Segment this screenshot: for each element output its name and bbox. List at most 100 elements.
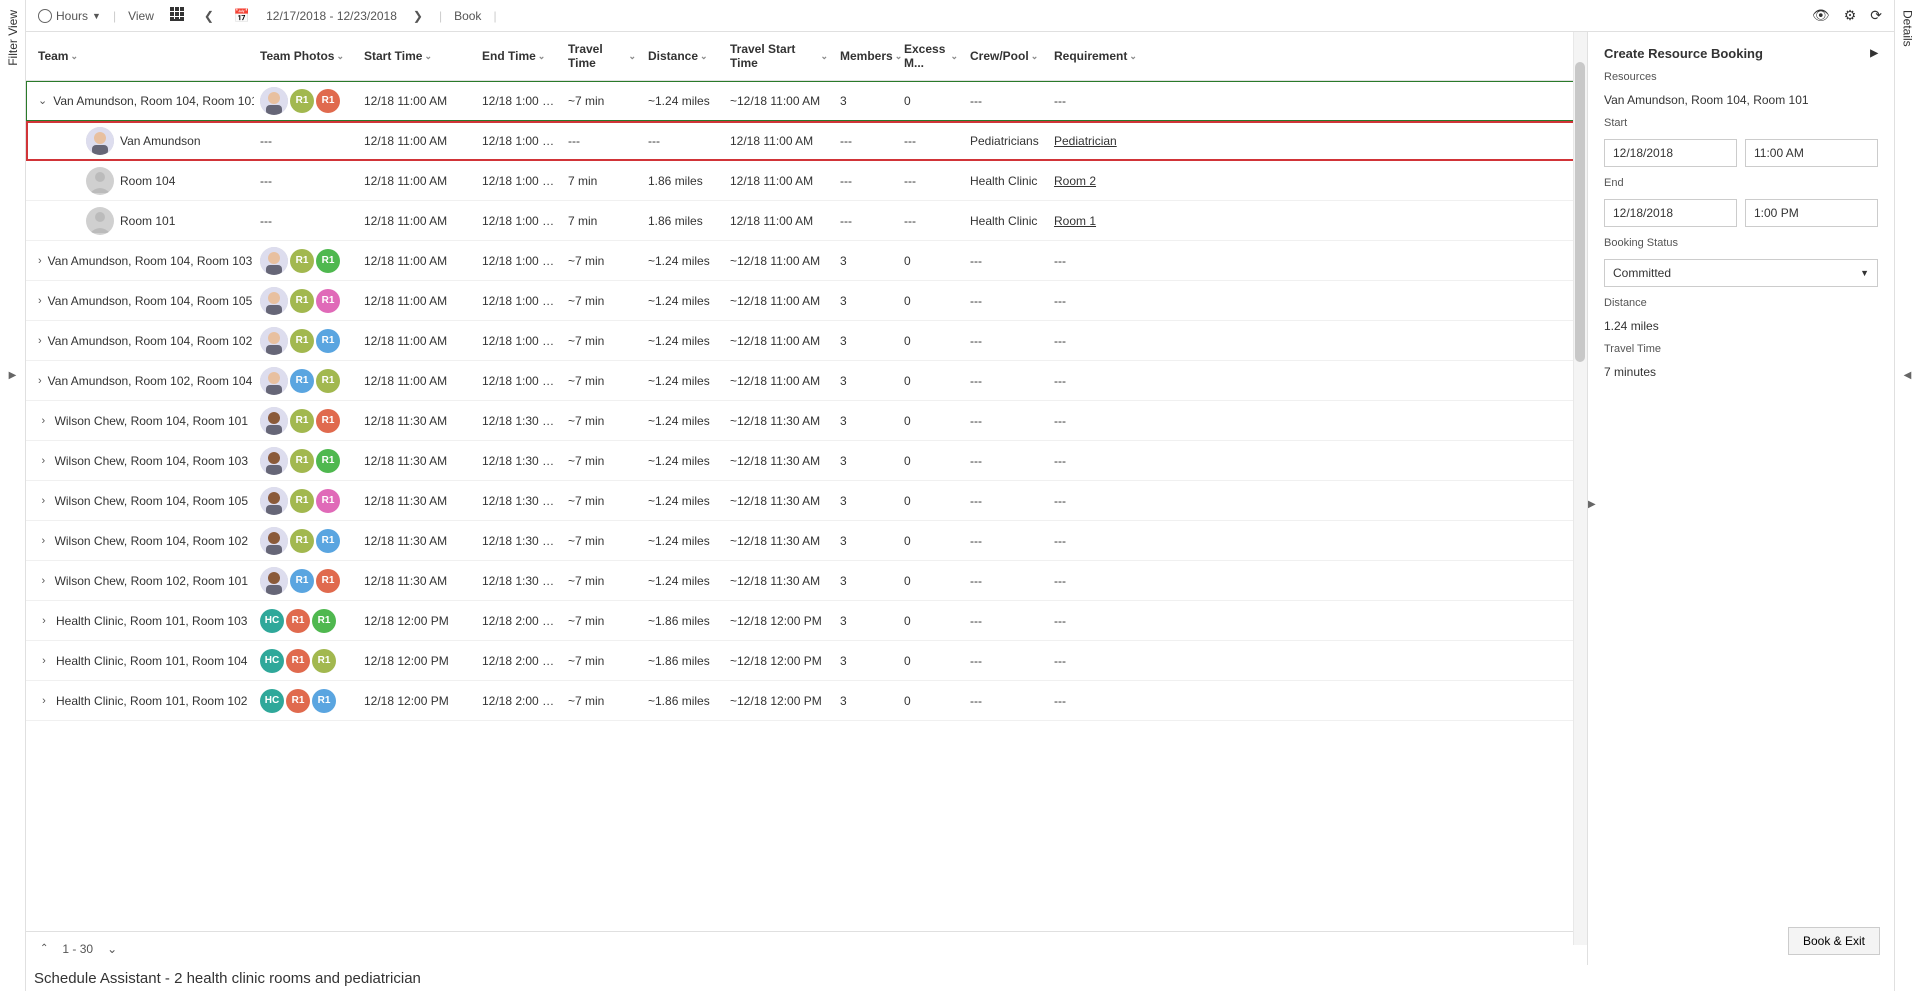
requirement-cell: --- bbox=[1048, 414, 1138, 428]
badge-r1: R1 bbox=[316, 449, 340, 473]
chevron-right-icon[interactable]: › bbox=[38, 655, 50, 667]
end-time-input[interactable]: 1:00 PM bbox=[1745, 199, 1878, 227]
travel-time-cell: ~7 min bbox=[562, 94, 642, 108]
col-header-excess[interactable]: Excess M...⌄ bbox=[898, 42, 964, 70]
col-header-travel[interactable]: Travel Time⌄ bbox=[562, 42, 642, 70]
avatar bbox=[260, 567, 288, 595]
start-date-input[interactable]: 12/18/2018 bbox=[1604, 139, 1737, 167]
table-row[interactable]: ›Van Amundson, Room 104, Room 103R1R112/… bbox=[26, 241, 1587, 281]
table-row[interactable]: ›Wilson Chew, Room 104, Room 102R1R112/1… bbox=[26, 521, 1587, 561]
end-time-cell: 12/18 2:00 PM bbox=[476, 614, 562, 628]
book-button[interactable]: Book bbox=[454, 9, 481, 23]
col-header-distance[interactable]: Distance⌄ bbox=[642, 42, 724, 70]
col-header-requirement[interactable]: Requirement⌄ bbox=[1048, 42, 1138, 70]
table-row[interactable]: ›Health Clinic, Room 101, Room 102HCR1R1… bbox=[26, 681, 1587, 721]
start-time-cell: 12/18 11:00 AM bbox=[358, 374, 476, 388]
col-header-photos[interactable]: Team Photos⌄ bbox=[254, 42, 358, 70]
crew-cell: --- bbox=[964, 694, 1048, 708]
table-row[interactable]: ›Wilson Chew, Room 104, Room 101R1R112/1… bbox=[26, 401, 1587, 441]
collapse-details-icon[interactable]: ▶ bbox=[1588, 499, 1596, 510]
date-range-label[interactable]: 12/17/2018 - 12/23/2018 bbox=[266, 9, 397, 23]
chevron-right-icon[interactable]: › bbox=[38, 535, 49, 547]
chevron-right-icon[interactable]: › bbox=[38, 375, 42, 387]
chevron-right-icon[interactable]: › bbox=[38, 575, 49, 587]
grid-icon bbox=[170, 7, 184, 21]
travel-start-cell: ~12/18 11:00 AM bbox=[724, 374, 834, 388]
details-panel-collapsed-tab[interactable]: Details ◀ bbox=[1894, 0, 1920, 991]
table-row[interactable]: ›Wilson Chew, Room 104, Room 105R1R112/1… bbox=[26, 481, 1587, 521]
refresh-icon[interactable]: ⟳ bbox=[1870, 7, 1882, 24]
col-header-members[interactable]: Members⌄ bbox=[834, 42, 898, 70]
filter-view-panel-collapsed[interactable]: Filter View ▶ bbox=[0, 0, 26, 991]
table-row[interactable]: Van Amundson---12/18 11:00 AM12/18 1:00 … bbox=[26, 121, 1587, 161]
requirement-link[interactable]: Pediatrician bbox=[1054, 134, 1117, 148]
col-header-travel-start[interactable]: Travel Start Time⌄ bbox=[724, 42, 834, 70]
crew-cell: --- bbox=[964, 414, 1048, 428]
avatar bbox=[260, 87, 288, 115]
start-time-cell: 12/18 11:30 AM bbox=[358, 414, 476, 428]
scrollbar-thumb[interactable] bbox=[1575, 62, 1585, 362]
table-row[interactable]: ›Van Amundson, Room 104, Room 102R1R112/… bbox=[26, 321, 1587, 361]
table-row[interactable]: ›Health Clinic, Room 101, Room 104HCR1R1… bbox=[26, 641, 1587, 681]
expand-details-icon[interactable]: ▶ bbox=[1870, 48, 1878, 59]
col-header-team[interactable]: Team⌄ bbox=[26, 42, 254, 70]
settings-icon[interactable]: ⚙ bbox=[1844, 7, 1857, 24]
crew-cell: Health Clinic bbox=[964, 174, 1048, 188]
status-select[interactable]: Committed▼ bbox=[1604, 259, 1878, 287]
visibility-icon[interactable]: 👁 bbox=[1812, 7, 1830, 24]
resources-value: Van Amundson, Room 104, Room 101 bbox=[1604, 93, 1878, 107]
end-time-cell: 12/18 1:00 PM bbox=[476, 294, 562, 308]
excess-cell: --- bbox=[898, 174, 964, 188]
travel-start-cell: ~12/18 11:30 AM bbox=[724, 414, 834, 428]
grid-body[interactable]: ⌄Van Amundson, Room 104, Room 101R1R112/… bbox=[26, 81, 1587, 931]
pager-up-icon[interactable]: ⌃ bbox=[40, 943, 48, 954]
start-time-input[interactable]: 11:00 AM bbox=[1745, 139, 1878, 167]
table-row[interactable]: Room 104---12/18 11:00 AM12/18 1:00 PM7 … bbox=[26, 161, 1587, 201]
table-row[interactable]: ›Van Amundson, Room 104, Room 105R1R112/… bbox=[26, 281, 1587, 321]
chevron-right-icon[interactable]: › bbox=[38, 255, 42, 267]
avatar bbox=[260, 247, 288, 275]
book-and-exit-button[interactable]: Book & Exit bbox=[1788, 927, 1880, 955]
expand-left-icon[interactable]: ◀ bbox=[1904, 370, 1912, 381]
chevron-right-icon[interactable]: › bbox=[38, 615, 50, 627]
next-button[interactable]: ❯ bbox=[409, 7, 427, 25]
crew-cell: Pediatricians bbox=[964, 134, 1048, 148]
hours-dropdown[interactable]: Hours ▼ bbox=[38, 9, 101, 23]
chevron-right-icon[interactable]: › bbox=[38, 335, 42, 347]
start-time-cell: 12/18 11:30 AM bbox=[358, 534, 476, 548]
chevron-down-icon[interactable]: ⌄ bbox=[38, 94, 47, 107]
avatar bbox=[260, 487, 288, 515]
table-row[interactable]: ⌄Van Amundson, Room 104, Room 101R1R112/… bbox=[26, 81, 1587, 121]
calendar-icon[interactable]: 📅 bbox=[230, 6, 254, 26]
chevron-right-icon[interactable]: › bbox=[38, 495, 49, 507]
caret-down-icon: ▼ bbox=[92, 11, 101, 21]
chevron-right-icon[interactable]: › bbox=[38, 415, 49, 427]
requirement-cell: Pediatrician bbox=[1048, 134, 1138, 148]
prev-button[interactable]: ❮ bbox=[200, 7, 218, 25]
table-row[interactable]: ›Wilson Chew, Room 102, Room 101R1R112/1… bbox=[26, 561, 1587, 601]
chevron-right-icon[interactable]: › bbox=[38, 695, 50, 707]
chevron-right-icon[interactable]: › bbox=[38, 295, 42, 307]
col-header-start[interactable]: Start Time⌄ bbox=[358, 42, 476, 70]
table-row[interactable]: ›Wilson Chew, Room 104, Room 103R1R112/1… bbox=[26, 441, 1587, 481]
grid-view-button[interactable] bbox=[166, 5, 188, 26]
crew-cell: --- bbox=[964, 654, 1048, 668]
team-photos-cell: HCR1R1 bbox=[254, 649, 358, 673]
pager-down-icon[interactable]: ⌄ bbox=[107, 942, 117, 956]
requirement-link[interactable]: Room 2 bbox=[1054, 174, 1096, 188]
chevron-right-icon[interactable]: › bbox=[38, 455, 49, 467]
table-row[interactable]: ›Health Clinic, Room 101, Room 103HCR1R1… bbox=[26, 601, 1587, 641]
distance-cell: ~1.24 miles bbox=[642, 254, 724, 268]
requirement-link[interactable]: Room 1 bbox=[1054, 214, 1096, 228]
excess-cell: 0 bbox=[898, 334, 964, 348]
team-name: Van Amundson, Room 104, Room 101 bbox=[53, 94, 254, 108]
table-row[interactable]: ›Van Amundson, Room 102, Room 104R1R112/… bbox=[26, 361, 1587, 401]
members-cell: 3 bbox=[834, 334, 898, 348]
expand-right-icon[interactable]: ▶ bbox=[9, 370, 17, 381]
col-header-crew[interactable]: Crew/Pool⌄ bbox=[964, 42, 1048, 70]
table-row[interactable]: Room 101---12/18 11:00 AM12/18 1:00 PM7 … bbox=[26, 201, 1587, 241]
end-date-input[interactable]: 12/18/2018 bbox=[1604, 199, 1737, 227]
col-header-end[interactable]: End Time⌄ bbox=[476, 42, 562, 70]
start-time-cell: 12/18 11:00 AM bbox=[358, 134, 476, 148]
scrollbar-track[interactable] bbox=[1573, 32, 1587, 945]
